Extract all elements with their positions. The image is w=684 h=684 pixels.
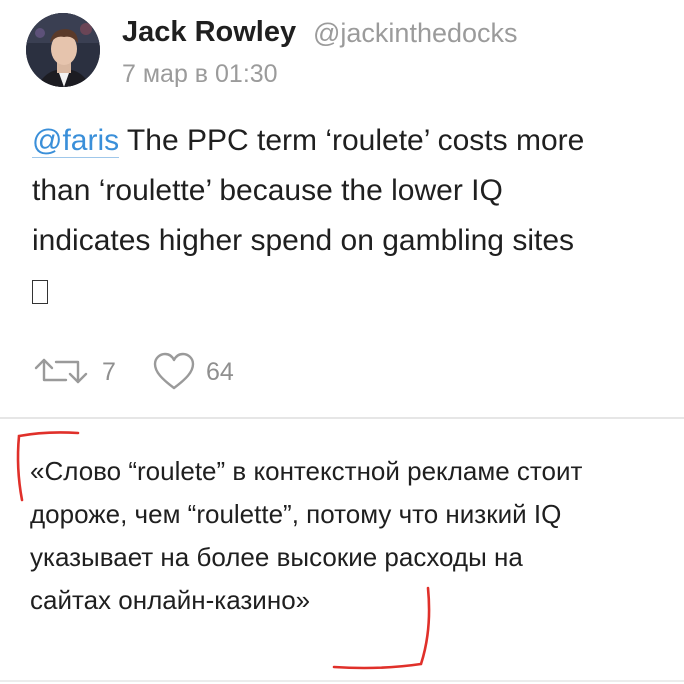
- translation-line-1: «Слово “roulete” в контекстной рекламе с…: [30, 456, 583, 486]
- retweet-count: 7: [102, 358, 116, 386]
- avatar-image: [26, 13, 100, 87]
- author-name[interactable]: Jack Rowley: [122, 16, 296, 49]
- author-handle[interactable]: @jackinthedocks: [313, 18, 518, 49]
- translation-text: «Слово “roulete” в контекстной рекламе с…: [30, 450, 680, 622]
- translation-line-3: указывает на более высокие расходы на: [30, 542, 523, 572]
- tweet-text: @faris The PPC term ‘roulete’ costs more…: [32, 116, 672, 316]
- missing-emoji-icon: [32, 280, 48, 304]
- tweet-line-3: indicates higher spend on gambling sites: [32, 224, 575, 257]
- mention-link[interactable]: @faris: [32, 124, 120, 158]
- translation-line-2: дороже, чем “roulette”, потому что низки…: [30, 499, 562, 529]
- tweet-line-2: than ‘roulette’ because the lower IQ: [32, 174, 503, 207]
- tweet-date[interactable]: 7 мар в 01:30: [122, 60, 278, 89]
- like-count: 64: [206, 358, 234, 386]
- divider: [0, 417, 684, 419]
- tweet-line-4: [32, 266, 672, 316]
- tweet-line-1-text: The PPC term ‘roulete’ costs more: [119, 124, 585, 157]
- bottom-divider: [0, 680, 684, 682]
- tweet-line-1: @faris The PPC term ‘roulete’ costs more: [32, 116, 672, 166]
- avatar[interactable]: [26, 13, 100, 87]
- retweet-icon[interactable]: [32, 354, 92, 393]
- heart-icon[interactable]: [152, 352, 196, 397]
- translation-line-4: сайтах онлайн-казино»: [30, 585, 311, 615]
